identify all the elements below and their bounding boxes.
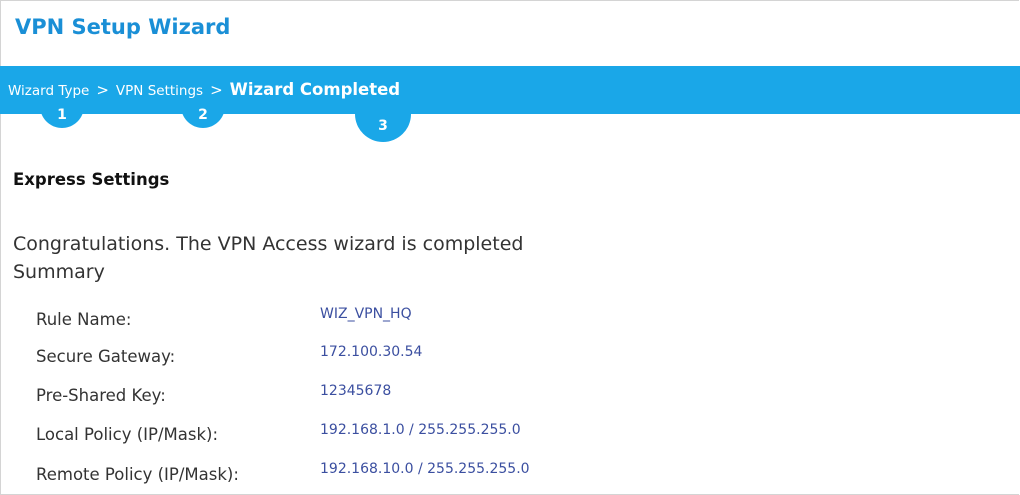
step-wizard-completed: Wizard Completed xyxy=(229,80,401,99)
summary-value-local-policy: 192.168.1.0 / 255.255.255.0 xyxy=(320,422,521,438)
completion-message: Congratulations. The VPN Access wizard i… xyxy=(13,233,524,255)
summary-label-remote-policy: Remote Policy (IP/Mask): xyxy=(36,465,239,484)
summary-value-secure-gateway: 172.100.30.54 xyxy=(320,344,423,360)
summary-heading: Summary xyxy=(13,261,105,283)
wizard-title: VPN Setup Wizard xyxy=(15,15,231,39)
section-title: Express Settings xyxy=(13,170,170,189)
summary-value-pre-shared-key: 12345678 xyxy=(320,383,392,399)
summary-value-remote-policy: 192.168.10.0 / 255.255.255.0 xyxy=(320,461,530,477)
step-separator: > xyxy=(96,81,109,99)
completion-message-block: Congratulations. The VPN Access wizard i… xyxy=(13,230,523,286)
summary-label-secure-gateway: Secure Gateway: xyxy=(36,347,176,366)
step-separator: > xyxy=(210,81,223,99)
wizard-breadcrumb: Wizard Type > VPN Settings > Wizard Comp… xyxy=(8,80,400,100)
step-wizard-type[interactable]: Wizard Type xyxy=(8,83,89,99)
summary-value-rule-name: WIZ_VPN_HQ xyxy=(320,306,412,322)
summary-label-local-policy: Local Policy (IP/Mask): xyxy=(36,425,219,444)
summary-label-rule-name: Rule Name: xyxy=(36,310,132,329)
step-vpn-settings[interactable]: VPN Settings xyxy=(116,83,203,99)
summary-label-pre-shared-key: Pre-Shared Key: xyxy=(36,386,166,405)
